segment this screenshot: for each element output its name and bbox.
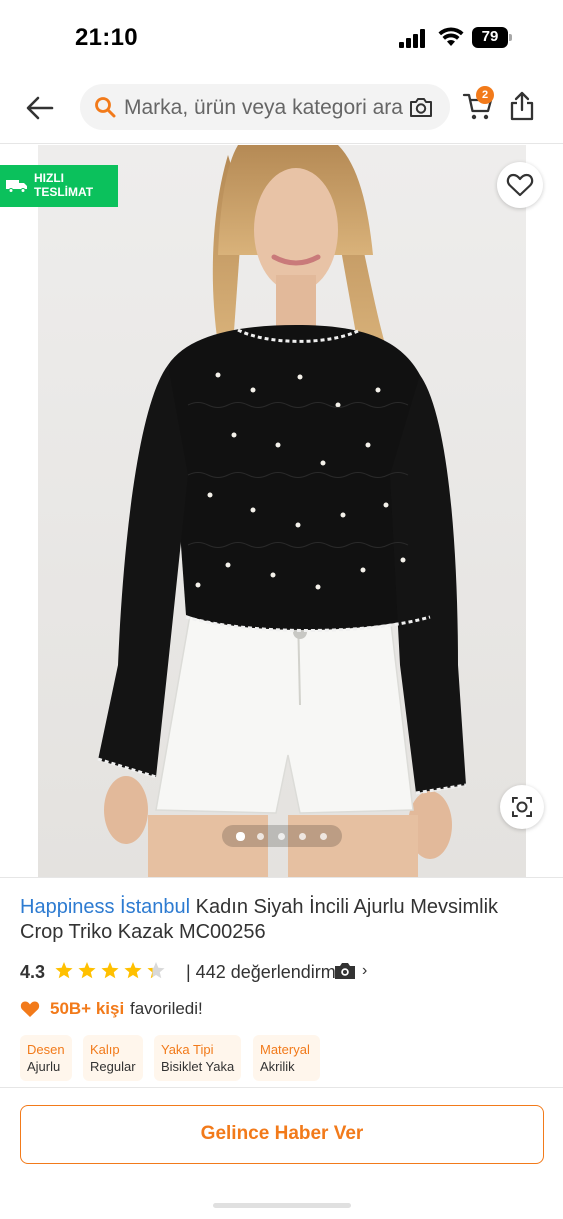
back-arrow-icon[interactable] [22, 90, 58, 126]
star-icon [124, 962, 142, 979]
share-icon[interactable] [508, 90, 536, 122]
star-icon [78, 962, 96, 979]
product-photo[interactable] [38, 145, 526, 877]
star-icon [147, 962, 165, 979]
search-input[interactable]: Marka, ürün veya kategori ara [80, 84, 450, 130]
status-bar: 21:10 79 [0, 0, 563, 72]
chevron-right-icon: › [362, 962, 368, 979]
fast-delivery-badge: HIZLI TESLİMAT [0, 165, 118, 207]
photo-review-icon [335, 963, 355, 979]
search-placeholder: Marka, ürün veya kategori ara [124, 96, 403, 119]
battery-level: 79 [481, 28, 499, 45]
rating-stars [55, 962, 165, 979]
wifi-icon [438, 27, 464, 46]
heart-outline-icon [506, 173, 534, 197]
cellular-signal-icon [399, 28, 429, 48]
pagination-dot [236, 832, 245, 841]
truck-icon [6, 180, 27, 193]
product-image-gallery[interactable]: HIZLI TESLİMAT [0, 145, 563, 877]
home-indicator [213, 1203, 351, 1208]
rating-value: 4.3 [20, 962, 46, 982]
cart-count-badge: 2 [476, 86, 494, 104]
visual-search-button[interactable] [500, 785, 544, 829]
top-navigation: Marka, ürün veya kategori ara 2 [0, 72, 563, 144]
attribute-name: Kalıp [90, 1042, 120, 1057]
favorites-text: favoriledi! [130, 999, 203, 1018]
attribute-chip-kalip: Kalıp Regular [83, 1035, 143, 1081]
camera-icon[interactable] [408, 95, 434, 119]
attribute-value: Akrilik [260, 1059, 295, 1074]
attribute-name: Desen [27, 1042, 65, 1057]
favorites-row: 50B+ kişi favoriledi! [20, 998, 420, 1022]
pagination-dot [257, 833, 264, 840]
product-title: Happiness İstanbul Kadın Siyah İncili Aj… [20, 895, 540, 945]
brand-link[interactable]: Happiness İstanbul [20, 896, 190, 918]
divider [0, 877, 563, 878]
favorite-button[interactable] [497, 162, 543, 208]
search-icon [95, 97, 116, 118]
attribute-chip-materyal: Materyal Akrilik [253, 1035, 320, 1081]
attribute-name: Materyal [260, 1042, 310, 1057]
star-icon [101, 962, 119, 979]
notify-me-button[interactable]: Gelince Haber Ver [20, 1105, 544, 1164]
fast-delivery-line1: HIZLI [34, 171, 64, 185]
visual-search-icon [512, 797, 532, 817]
attribute-chip-desen: Desen Ajurlu [20, 1035, 72, 1081]
fast-delivery-line2: TESLİMAT [34, 185, 94, 199]
favorites-count: 50B+ kişi [50, 999, 125, 1018]
pagination-dot [320, 833, 327, 840]
rating-row[interactable]: 4.3 | 442 değerlendirme › [20, 960, 540, 984]
heart-filled-icon [20, 1001, 40, 1017]
pagination-dot [278, 833, 285, 840]
star-icon [55, 962, 73, 979]
divider [0, 1087, 563, 1088]
attribute-chip-yaka-tipi: Yaka Tipi Bisiklet Yaka [154, 1035, 241, 1081]
battery-icon: 79 [472, 27, 512, 48]
attribute-value: Ajurlu [27, 1059, 61, 1074]
attribute-value: Bisiklet Yaka [161, 1059, 235, 1074]
status-time: 21:10 [75, 24, 138, 51]
attribute-value: Regular [90, 1059, 136, 1074]
pagination-dot [299, 833, 306, 840]
gallery-pagination [222, 825, 342, 847]
attribute-name: Yaka Tipi [161, 1042, 214, 1057]
review-count[interactable]: | 442 değerlendirme [186, 962, 346, 983]
